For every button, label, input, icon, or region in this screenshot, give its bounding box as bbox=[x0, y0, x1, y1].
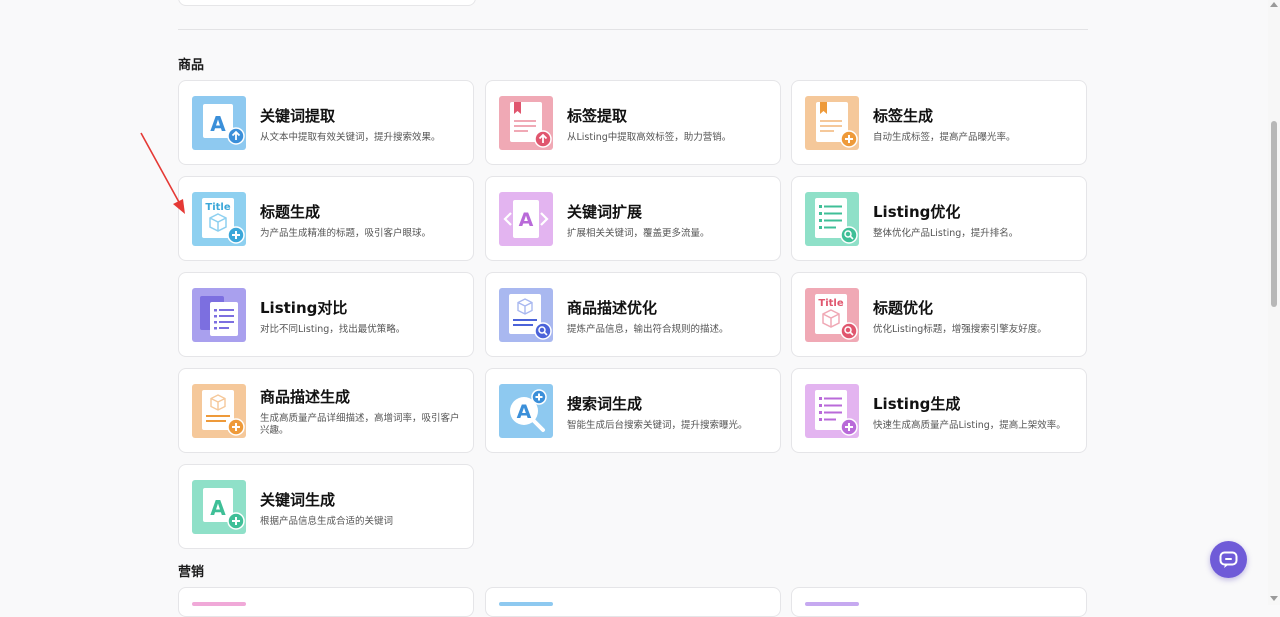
card-description: 自动生成标签，提高产品曝光率。 bbox=[873, 132, 1016, 143]
listing-compare-icon bbox=[192, 288, 246, 342]
card-icon-top bbox=[192, 602, 246, 606]
tool-card-keyword-generate[interactable]: A 关键词生成 根据产品信息生成合适的关键词 bbox=[178, 464, 474, 549]
listing-optimize-icon bbox=[805, 192, 859, 246]
card-title: 商品描述生成 bbox=[260, 388, 351, 406]
marketing-card[interactable] bbox=[791, 587, 1087, 617]
annotation-arrow-icon bbox=[140, 132, 185, 214]
title-optimize-icon: Title bbox=[805, 288, 859, 342]
card-description: 优化Listing标题，增强搜索引擎友好度。 bbox=[873, 324, 1047, 335]
chat-bubble-icon bbox=[1219, 551, 1238, 568]
svg-text:A: A bbox=[519, 209, 534, 231]
card-description: 从Listing中提取高效标签，助力营销。 bbox=[567, 132, 732, 143]
card-description: 快速生成高质量产品Listing，提高上架效率。 bbox=[873, 420, 1066, 431]
svg-text:A: A bbox=[210, 496, 226, 520]
section-divider bbox=[178, 29, 1088, 30]
section-title-marketing: 营销 bbox=[178, 565, 205, 580]
tool-card-listing-generate[interactable]: Listing生成 快速生成高质量产品Listing，提高上架效率。 bbox=[791, 368, 1087, 453]
card-title: 标签提取 bbox=[567, 107, 628, 125]
scroll-down-arrow-icon[interactable] bbox=[1270, 596, 1278, 601]
card-title: Listing生成 bbox=[873, 395, 961, 413]
tag-extract-icon bbox=[499, 96, 553, 150]
tool-card-listing-compare[interactable]: Listing对比 对比不同Listing，找出最优策略。 bbox=[178, 272, 474, 357]
svg-text:A: A bbox=[517, 401, 532, 423]
svg-text:A: A bbox=[210, 112, 226, 136]
keyword-extract-icon: A bbox=[192, 96, 246, 150]
scrollbar-thumb[interactable] bbox=[1271, 121, 1277, 307]
card-description: 整体优化产品Listing，提升排名。 bbox=[873, 228, 1019, 239]
keyword-expand-icon: A bbox=[499, 192, 553, 246]
previous-section-card[interactable] bbox=[178, 0, 476, 6]
tool-card-description-optimize[interactable]: 商品描述优化 提炼产品信息，输出符合规则的描述。 bbox=[485, 272, 781, 357]
card-description: 智能生成后台搜索关键词，提升搜索曝光。 bbox=[567, 420, 748, 431]
card-title: 关键词生成 bbox=[260, 491, 336, 509]
card-title: Listing对比 bbox=[260, 299, 348, 317]
card-icon-top bbox=[805, 602, 859, 606]
card-title: 标题生成 bbox=[260, 203, 321, 221]
card-description: 生成高质量产品详细描述，高增词率，吸引客户兴趣。 bbox=[260, 413, 460, 436]
scroll-up-arrow-icon[interactable] bbox=[1270, 2, 1278, 7]
card-description: 为产品生成精准的标题，吸引客户眼球。 bbox=[260, 228, 432, 239]
tool-card-description-generate[interactable]: 商品描述生成 生成高质量产品详细描述，高增词率，吸引客户兴趣。 bbox=[178, 368, 474, 453]
card-description: 从文本中提取有效关键词，提升搜索效果。 bbox=[260, 132, 441, 143]
tag-generate-icon bbox=[805, 96, 859, 150]
description-optimize-icon bbox=[499, 288, 553, 342]
tool-card-search-term[interactable]: A 搜索词生成 智能生成后台搜索关键词，提升搜索曝光。 bbox=[485, 368, 781, 453]
card-title: 商品描述优化 bbox=[567, 299, 658, 317]
section-title-products: 商品 bbox=[178, 58, 205, 73]
tool-card-title-generate[interactable]: Title 标题生成 为产品生成精准的标题，吸引客户眼球。 bbox=[178, 176, 474, 261]
chat-button[interactable] bbox=[1210, 541, 1247, 578]
card-title: 搜索词生成 bbox=[567, 395, 643, 413]
tool-card-tag-generate[interactable]: 标签生成 自动生成标签，提高产品曝光率。 bbox=[791, 80, 1087, 165]
search-term-icon: A bbox=[499, 384, 553, 438]
marketing-card[interactable] bbox=[485, 587, 781, 617]
card-title: 关键词扩展 bbox=[567, 203, 643, 221]
tool-card-tag-extract[interactable]: 标签提取 从Listing中提取高效标签，助力营销。 bbox=[485, 80, 781, 165]
card-description: 根据产品信息生成合适的关键词 bbox=[260, 516, 394, 527]
card-icon-top bbox=[499, 602, 553, 606]
marketing-card[interactable] bbox=[178, 587, 474, 617]
listing-generate-icon bbox=[805, 384, 859, 438]
card-description: 对比不同Listing，找出最优策略。 bbox=[260, 324, 406, 335]
card-title: Listing优化 bbox=[873, 203, 961, 221]
title-generate-icon: Title bbox=[192, 192, 246, 246]
tool-card-keyword-extract[interactable]: A 关键词提取 从文本中提取有效关键词，提升搜索效果。 bbox=[178, 80, 474, 165]
card-title: 标签生成 bbox=[873, 107, 934, 125]
card-title: 标题优化 bbox=[873, 299, 934, 317]
description-generate-icon bbox=[192, 384, 246, 438]
tool-card-title-optimize[interactable]: Title 标题优化 优化Listing标题，增强搜索引擎友好度。 bbox=[791, 272, 1087, 357]
card-description: 提炼产品信息，输出符合规则的描述。 bbox=[567, 324, 729, 335]
keyword-generate-icon: A bbox=[192, 480, 246, 534]
tool-card-keyword-expand[interactable]: A 关键词扩展 扩展相关关键词，覆盖更多流量。 bbox=[485, 176, 781, 261]
tool-card-listing-optimize[interactable]: Listing优化 整体优化产品Listing，提升排名。 bbox=[791, 176, 1087, 261]
card-description: 扩展相关关键词，覆盖更多流量。 bbox=[567, 228, 710, 239]
svg-text:Title: Title bbox=[205, 202, 230, 213]
svg-text:Title: Title bbox=[818, 298, 843, 309]
card-title: 关键词提取 bbox=[260, 107, 336, 125]
